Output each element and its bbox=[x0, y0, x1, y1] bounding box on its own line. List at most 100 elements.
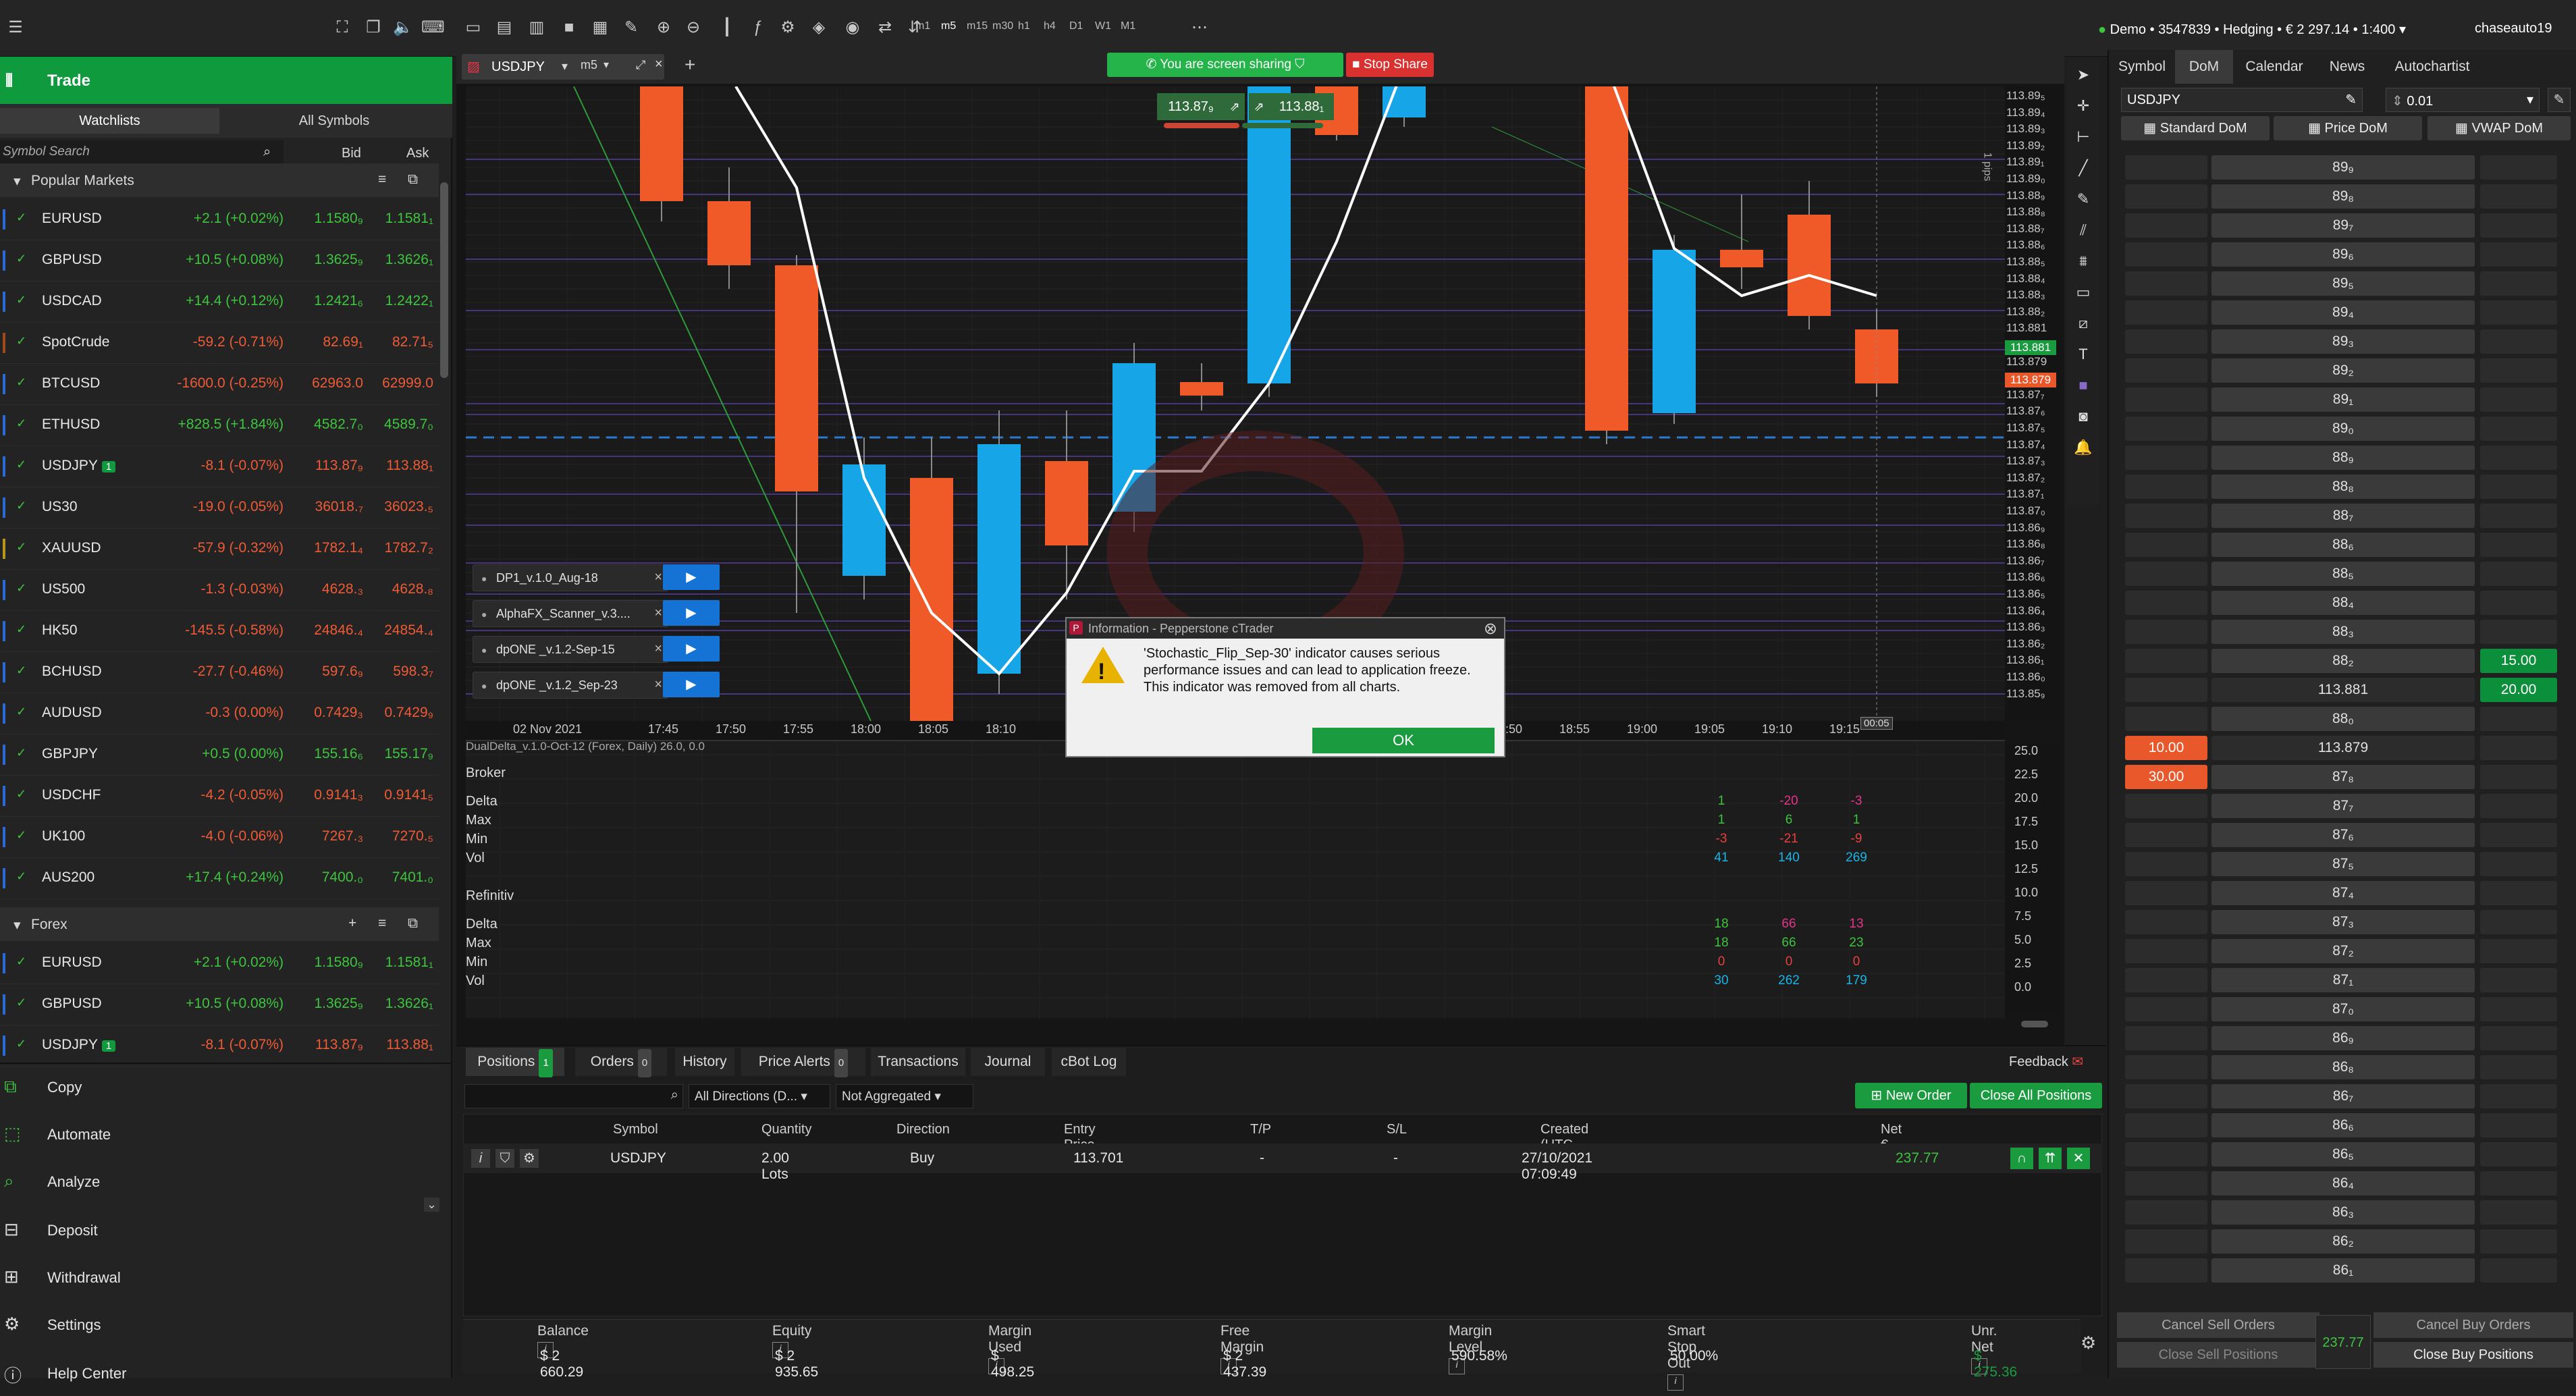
subpane-scrollbar[interactable] bbox=[2021, 1021, 2048, 1027]
dom-buy-cell[interactable] bbox=[2480, 1200, 2557, 1225]
check-icon[interactable]: ✓ bbox=[16, 787, 26, 801]
symbol-bid[interactable]: 1.1580₉ bbox=[314, 211, 363, 227]
dom-sell-cell[interactable] bbox=[2125, 1258, 2207, 1283]
tab-news[interactable]: News bbox=[2317, 50, 2378, 84]
symbol-ask[interactable]: 7401.₀ bbox=[392, 869, 433, 886]
nav-settings[interactable]: ⚙ Settings bbox=[0, 1301, 452, 1347]
dom-sell-cell[interactable] bbox=[2125, 823, 2207, 847]
symbol-ask[interactable]: 1.1581₁ bbox=[385, 955, 433, 971]
indicator-item[interactable]: ● AlphaFX_Scanner_v.3.... × bbox=[473, 600, 668, 627]
positions-search-input[interactable]: ⌕ bbox=[464, 1084, 683, 1108]
tab-price-alerts[interactable]: Price Alerts 0 bbox=[741, 1048, 865, 1077]
symbol-ask[interactable]: 598.3₇ bbox=[393, 664, 433, 680]
symbol-bid[interactable]: 36018.₇ bbox=[315, 499, 363, 515]
remove-indicator-icon[interactable]: × bbox=[654, 570, 662, 585]
symbol-row-btcusd[interactable]: ✓ BTCUSD -1600.0 (-0.25%) 62963.0 62999.0 bbox=[0, 363, 439, 405]
check-icon[interactable]: ✓ bbox=[16, 664, 26, 678]
symbol-row-aus200[interactable]: ✓ AUS200 +17.4 (+0.24%) 7400.₀ 7401.₀ bbox=[0, 857, 439, 899]
dom-sell-cell[interactable] bbox=[2125, 968, 2207, 992]
nav-automate[interactable]: ⬚ Automate bbox=[0, 1111, 452, 1157]
dom-buy-cell[interactable] bbox=[2480, 707, 2557, 731]
dom-sell-cell[interactable] bbox=[2125, 504, 2207, 528]
info-icon[interactable]: i bbox=[471, 1149, 490, 1168]
settings-gear-icon[interactable]: ⚙ bbox=[2081, 1333, 2096, 1353]
symbol-bid[interactable]: 0.7429₃ bbox=[314, 705, 363, 721]
more-icon[interactable]: ⋯ bbox=[1188, 16, 1211, 39]
symbol-search-input[interactable]: Symbol Search bbox=[0, 140, 284, 166]
dom-buy-cell[interactable]: 15.00 bbox=[2480, 649, 2557, 673]
check-icon[interactable]: ✓ bbox=[16, 540, 26, 554]
tab-positions[interactable]: Positions 1 bbox=[466, 1048, 564, 1077]
dom-buy-cell[interactable] bbox=[2480, 881, 2557, 905]
run-indicator-button[interactable]: ▶ bbox=[663, 564, 720, 590]
copy-window-icon[interactable]: ❐ bbox=[362, 16, 385, 39]
dom-sell-cell[interactable] bbox=[2125, 1229, 2207, 1254]
double-up-icon[interactable]: ⇈ bbox=[2039, 1148, 2062, 1169]
dom-buy-cell[interactable] bbox=[2480, 271, 2557, 296]
check-icon[interactable]: ✓ bbox=[16, 869, 26, 884]
dom-sell-cell[interactable] bbox=[2125, 591, 2207, 615]
dom-sell-cell[interactable] bbox=[2125, 1171, 2207, 1196]
dom-sell-cell[interactable] bbox=[2125, 707, 2207, 731]
dom-sell-cell[interactable] bbox=[2125, 881, 2207, 905]
tab-watchlists[interactable]: Watchlists bbox=[0, 108, 219, 134]
check-icon[interactable]: ✓ bbox=[16, 622, 26, 637]
dom-buy-cell[interactable] bbox=[2480, 1171, 2557, 1196]
check-icon[interactable]: ✓ bbox=[16, 955, 26, 969]
column-header[interactable]: S/L bbox=[1387, 1122, 1407, 1137]
dom-sell-cell[interactable] bbox=[2125, 358, 2207, 383]
check-icon[interactable]: ✓ bbox=[16, 746, 26, 760]
symbol-bid[interactable]: 155.16₆ bbox=[314, 746, 363, 762]
popout-icon[interactable]: ⧉ bbox=[408, 171, 418, 188]
dom-buy-cell[interactable] bbox=[2480, 213, 2557, 238]
run-indicator-button[interactable]: ▶ bbox=[663, 636, 720, 662]
symbol-ask[interactable]: 113.88₁ bbox=[386, 1037, 433, 1053]
dom-settings-icon[interactable]: ✎ bbox=[2548, 88, 2571, 112]
color-icon[interactable]: ■ bbox=[2067, 370, 2099, 401]
symbol-ask[interactable]: 155.17₉ bbox=[384, 746, 433, 762]
timeframe-m15[interactable]: m15 bbox=[967, 20, 988, 32]
tab-orders[interactable]: Orders 0 bbox=[575, 1048, 667, 1077]
check-icon[interactable]: ✓ bbox=[16, 252, 26, 266]
dom-buy-cell[interactable] bbox=[2480, 358, 2557, 383]
dom-buy-cell[interactable] bbox=[2480, 620, 2557, 644]
protection-icon[interactable]: ⛉ bbox=[495, 1149, 514, 1168]
column-header[interactable]: Symbol bbox=[613, 1122, 658, 1137]
dom-buy-cell[interactable] bbox=[2480, 1258, 2557, 1283]
indicator-item[interactable]: ● dpONE _v.1.2_Sep-23 × bbox=[473, 672, 668, 699]
dom-buy-cell[interactable] bbox=[2480, 997, 2557, 1021]
dom-sell-cell[interactable] bbox=[2125, 213, 2207, 238]
timeframe-W1[interactable]: W1 bbox=[1095, 20, 1111, 32]
dom-buy-cell[interactable] bbox=[2480, 591, 2557, 615]
dom-buy-cell[interactable] bbox=[2480, 1113, 2557, 1137]
dom-buy-cell[interactable] bbox=[2480, 562, 2557, 586]
dom-sell-cell[interactable] bbox=[2125, 417, 2207, 441]
check-icon[interactable]: ✓ bbox=[16, 1037, 26, 1051]
symbol-ask[interactable]: 4628.₈ bbox=[392, 581, 433, 597]
camera-icon[interactable]: ◙ bbox=[2067, 401, 2099, 432]
buy-arrow-icon[interactable]: ⇗ bbox=[1249, 93, 1269, 120]
dom-sell-cell[interactable] bbox=[2125, 1055, 2207, 1079]
column-header[interactable]: T/P bbox=[1250, 1122, 1271, 1137]
close-buy-positions-button[interactable]: Close Buy Positions bbox=[2373, 1342, 2573, 1368]
nav-analyze[interactable]: ⌕ Analyze bbox=[0, 1158, 452, 1204]
dom-sell-cell[interactable] bbox=[2125, 852, 2207, 876]
check-icon[interactable]: ✓ bbox=[16, 211, 26, 225]
channel-icon[interactable]: ⫽ bbox=[2067, 215, 2099, 246]
dom-buy-cell[interactable] bbox=[2480, 242, 2557, 267]
dom-sell-cell[interactable] bbox=[2125, 475, 2207, 499]
timeframe-m30[interactable]: m30 bbox=[992, 20, 1013, 32]
line-icon[interactable]: ╱ bbox=[2067, 153, 2099, 184]
add-chart-icon[interactable]: + bbox=[685, 54, 695, 76]
dom-sell-cell[interactable] bbox=[2125, 446, 2207, 470]
check-icon[interactable]: ✓ bbox=[16, 705, 26, 719]
symbol-ask[interactable]: 7270.₅ bbox=[392, 828, 433, 844]
symbol-ask[interactable]: 36023.₅ bbox=[384, 499, 433, 515]
symbol-row-gbpjpy[interactable]: ✓ GBPJPY +0.5 (0.00%) 155.16₆ 155.17₉ bbox=[0, 734, 439, 776]
symbol-row-us500[interactable]: ✓ US500 -1.3 (-0.03%) 4628.₃ 4628.₈ bbox=[0, 569, 439, 611]
dom-sell-cell[interactable] bbox=[2125, 794, 2207, 818]
run-indicator-button[interactable]: ▶ bbox=[663, 672, 720, 697]
symbol-ask[interactable]: 1782.7₂ bbox=[385, 540, 433, 556]
dom-sell-cell[interactable] bbox=[2125, 387, 2207, 412]
tab-dom[interactable]: DoM bbox=[2175, 50, 2233, 84]
